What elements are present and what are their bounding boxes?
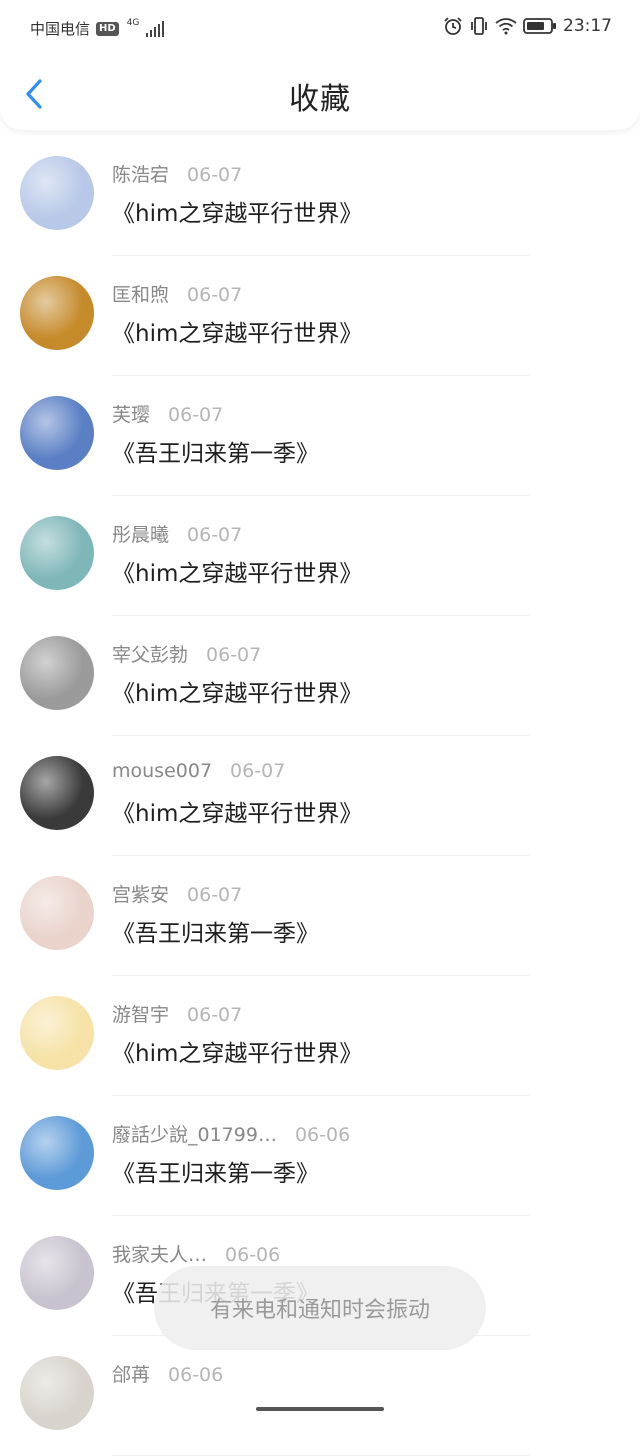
avatar[interactable] [20, 396, 94, 470]
battery-icon [523, 18, 556, 34]
favorite-date: 06-07 [206, 644, 262, 666]
user-name: 彤晨曦 [112, 524, 170, 546]
favorite-meta: 宰父彭勃 06-07 [112, 640, 261, 667]
favorite-meta: 廢話少說_01799… 06-06 [112, 1120, 350, 1147]
alarm-icon [444, 17, 462, 35]
user-name: 游智宇 [112, 1004, 170, 1026]
status-bar: 中国电信 HD 4G 23:17 [0, 0, 640, 56]
favorite-date: 06-07 [187, 284, 243, 306]
favorite-item[interactable]: 陈浩宕 06-07 《him之穿越平行世界》 [0, 136, 640, 256]
story-title[interactable]: 《him之穿越平行世界》 [112, 674, 362, 708]
user-name: mouse007 [112, 760, 213, 782]
story-title[interactable]: 《him之穿越平行世界》 [112, 314, 362, 348]
story-title[interactable]: 《him之穿越平行世界》 [112, 1034, 362, 1068]
avatar[interactable] [20, 276, 94, 350]
favorite-date: 06-07 [168, 404, 224, 426]
avatar[interactable] [20, 876, 94, 950]
avatar[interactable] [20, 996, 94, 1070]
toast-notification: 有来电和通知时会振动 [154, 1266, 486, 1350]
favorite-item[interactable]: 彤晨曦 06-07 《him之穿越平行世界》 [0, 496, 640, 616]
avatar[interactable] [20, 516, 94, 590]
story-title[interactable]: 《吾王归来第一季》 [112, 1154, 319, 1188]
status-right: 23:17 [443, 16, 612, 36]
avatar[interactable] [20, 1116, 94, 1190]
story-title[interactable]: 《him之穿越平行世界》 [112, 554, 362, 588]
favorite-date: 06-06 [225, 1244, 281, 1266]
favorite-date: 06-07 [187, 164, 243, 186]
favorite-meta: 宫紫安 06-07 [112, 880, 242, 907]
favorite-date: 06-07 [187, 524, 243, 546]
favorite-meta: 彤晨曦 06-07 [112, 520, 242, 547]
favorite-date: 06-07 [187, 1004, 243, 1026]
avatar[interactable] [20, 156, 94, 230]
favorites-list: 陈浩宕 06-07 《him之穿越平行世界》 匡和煦 06-07 《him之穿越平行世界》… [0, 136, 640, 1456]
carrier-label: 中国电信 [30, 20, 91, 38]
favorite-meta: 陈浩宕 06-07 [112, 160, 242, 187]
clock: 23:17 [563, 16, 612, 36]
story-title[interactable]: 《吾王归来第一季》 [112, 914, 319, 948]
favorite-meta: 郃苒 06-06 [112, 1360, 223, 1387]
network-type: 4G [126, 17, 140, 28]
user-name: 郃苒 [112, 1364, 151, 1386]
favorite-meta: 游智宇 06-07 [112, 1000, 242, 1027]
favorite-item[interactable]: 芙璎 06-07 《吾王归来第一季》 [0, 376, 640, 496]
favorite-item[interactable]: 宫紫安 06-07 《吾王归来第一季》 [0, 856, 640, 976]
favorite-date: 06-06 [294, 1124, 351, 1146]
avatar[interactable] [20, 1236, 94, 1310]
user-name: 宰父彭勃 [112, 644, 189, 666]
favorite-item[interactable]: 廢話少說_01799… 06-06 《吾王归来第一季》 [0, 1096, 640, 1216]
favorite-item[interactable]: 匡和煦 06-07 《him之穿越平行世界》 [0, 256, 640, 376]
hd-badge: HD [96, 21, 119, 36]
story-title[interactable]: 《吾王归来第一季》 [112, 434, 319, 468]
page-title: 收藏 [289, 82, 351, 117]
favorite-meta: 我家夫人… 06-06 [112, 1240, 280, 1267]
user-name: 廢話少說_01799… [112, 1124, 277, 1146]
vibrate-icon [471, 17, 487, 35]
navigation-bar: 收藏 [0, 56, 640, 130]
favorite-item[interactable]: 宰父彭勃 06-07 《him之穿越平行世界》 [0, 616, 640, 736]
story-title[interactable]: 《him之穿越平行世界》 [112, 794, 362, 828]
user-name: 我家夫人… [112, 1244, 208, 1266]
favorite-date: 06-06 [168, 1364, 224, 1386]
user-name: 宫紫安 [112, 884, 170, 906]
avatar[interactable] [20, 636, 94, 710]
favorite-item[interactable]: 郃苒 06-06 [0, 1336, 640, 1456]
user-name: 匡和煦 [112, 284, 170, 306]
signal-icon [146, 20, 165, 37]
favorite-meta: 匡和煦 06-07 [112, 280, 242, 307]
avatar[interactable] [20, 756, 94, 830]
status-left: 中国电信 HD 4G [30, 18, 165, 39]
home-indicator[interactable] [256, 1407, 384, 1411]
favorite-date: 06-07 [230, 760, 286, 782]
favorite-meta: 芙璎 06-07 [112, 400, 223, 427]
avatar[interactable] [20, 1356, 94, 1430]
story-title[interactable]: 《him之穿越平行世界》 [112, 194, 362, 228]
wifi-icon [495, 18, 517, 35]
user-name: 芙璎 [112, 404, 151, 426]
favorite-item[interactable]: mouse007 06-07 《him之穿越平行世界》 [0, 736, 640, 856]
favorite-meta: mouse007 06-07 [112, 760, 285, 782]
favorite-item[interactable]: 游智宇 06-07 《him之穿越平行世界》 [0, 976, 640, 1096]
user-name: 陈浩宕 [112, 164, 170, 186]
favorite-date: 06-07 [187, 884, 243, 906]
